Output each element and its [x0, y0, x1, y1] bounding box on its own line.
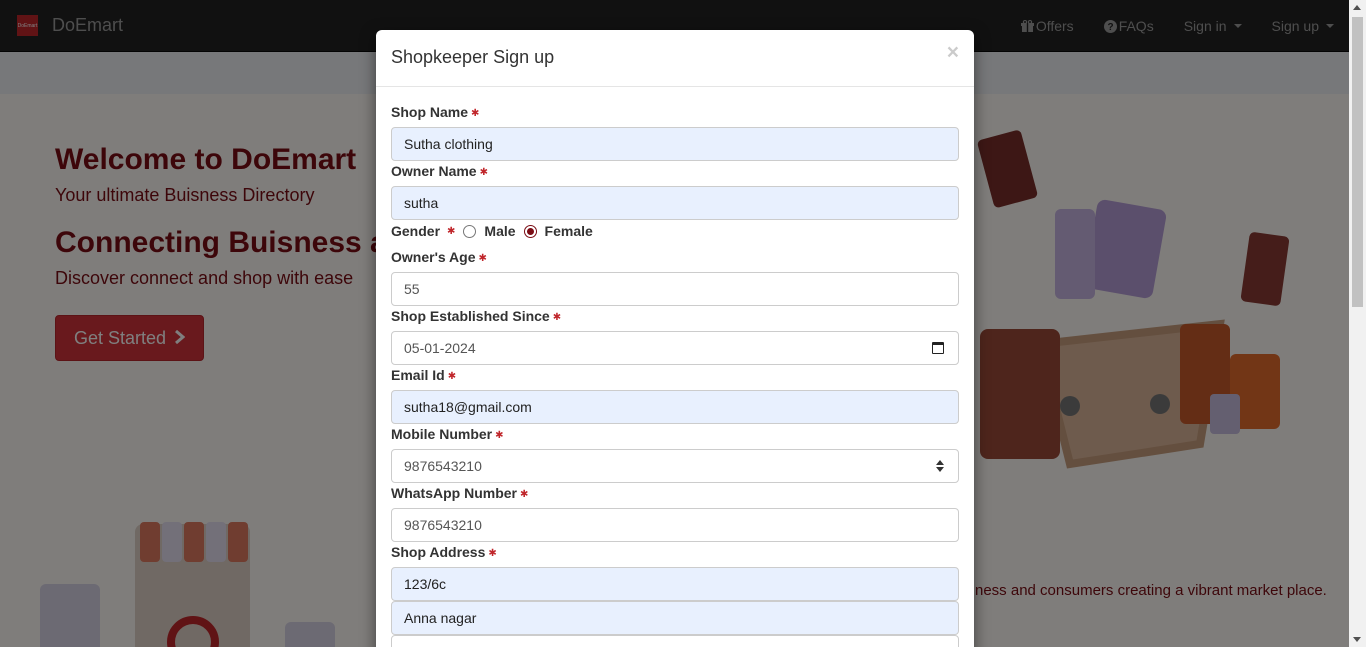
shop-address-label: Shop Address ✱	[391, 544, 497, 560]
required-asterisk-icon: ✱	[488, 547, 497, 559]
required-asterisk-icon: ✱	[552, 311, 562, 323]
owner-age-label: Owner's Age ✱	[391, 249, 487, 265]
page-scrollbar[interactable]	[1349, 0, 1366, 647]
required-asterisk-icon: ✱	[520, 488, 529, 500]
scroll-up-arrow-icon[interactable]	[1353, 5, 1361, 10]
gender-female-radio[interactable]	[523, 224, 537, 238]
mobile-input[interactable]: 9876543210	[391, 449, 959, 483]
calendar-icon[interactable]	[932, 342, 944, 354]
email-label: Email Id ✱	[391, 367, 457, 383]
email-input[interactable]: sutha18@gmail.com	[391, 390, 959, 424]
whatsapp-label: WhatsApp Number ✱	[391, 485, 529, 501]
shop-name-label: Shop Name ✱	[391, 104, 480, 120]
shopkeeper-signup-modal: Shopkeeper Sign up × Shop Name ✱ Sutha cl…	[376, 30, 974, 647]
owner-name-label: Owner Name ✱	[391, 163, 488, 179]
gender-female-label[interactable]: Female	[545, 223, 593, 239]
mobile-label: Mobile Number ✱	[391, 426, 504, 442]
required-asterisk-icon: ✱	[478, 252, 487, 264]
owner-name-input[interactable]: sutha	[391, 186, 959, 220]
gender-male-radio[interactable]	[463, 224, 477, 238]
required-asterisk-icon: ✱	[471, 107, 480, 119]
established-date-input[interactable]: 05-01-2024	[391, 331, 959, 365]
scroll-thumb[interactable]	[1352, 17, 1363, 307]
address-line2-input[interactable]: Anna nagar	[391, 601, 959, 635]
required-asterisk-icon: ✱	[479, 166, 488, 178]
close-icon[interactable]: ×	[947, 42, 959, 63]
gender-row: Gender ✱ Male Female	[391, 223, 593, 239]
number-spinner-icon[interactable]	[936, 458, 944, 474]
modal-header: Shopkeeper Sign up ×	[376, 30, 974, 87]
whatsapp-input[interactable]: 9876543210	[391, 508, 959, 542]
established-label: Shop Established Since ✱	[391, 308, 562, 324]
shop-name-input[interactable]: Sutha clothing	[391, 127, 959, 161]
modal-title: Shopkeeper Sign up	[391, 47, 555, 67]
owner-age-input[interactable]: 55	[391, 272, 959, 306]
address-line1-input[interactable]: 123/6c	[391, 567, 959, 601]
required-asterisk-icon: ✱	[495, 429, 504, 441]
required-asterisk-icon: ✱	[447, 225, 456, 237]
required-asterisk-icon: ✱	[447, 370, 457, 382]
address-line3-input[interactable]	[391, 635, 959, 647]
scroll-down-arrow-icon[interactable]	[1353, 637, 1361, 642]
gender-male-label[interactable]: Male	[484, 223, 515, 239]
